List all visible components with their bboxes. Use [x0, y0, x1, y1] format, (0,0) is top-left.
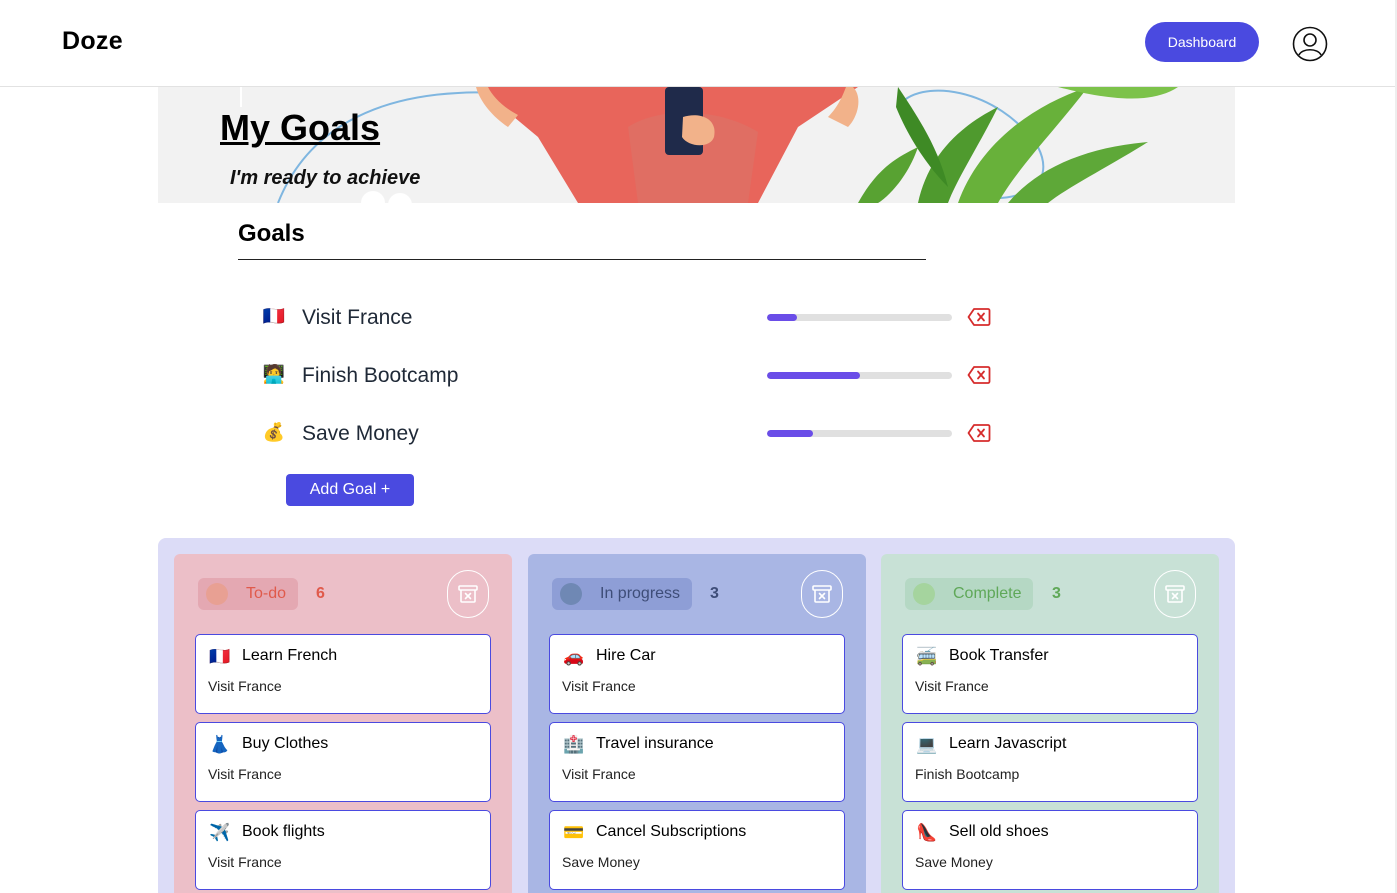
goal-progress-bar [767, 430, 952, 437]
task-card[interactable]: 💻 Learn Javascript Finish Bootcamp [902, 722, 1198, 802]
top-navbar: Doze Dashboard [0, 0, 1397, 87]
task-goal-label: Visit France [562, 678, 636, 694]
page-subtitle: I'm ready to achieve [230, 167, 421, 189]
task-emoji-icon: 👠 [916, 823, 938, 842]
clear-column-button[interactable] [447, 570, 489, 618]
task-goal-label: Visit France [915, 678, 989, 694]
dashboard-button[interactable]: Dashboard [1145, 22, 1259, 62]
task-title: Book Transfer [949, 647, 1049, 664]
goals-divider [238, 259, 926, 260]
goal-emoji-icon: 💰 [262, 422, 286, 442]
task-card[interactable]: 🇫🇷 Learn French Visit France [195, 634, 491, 714]
goal-label: Visit France [302, 306, 413, 329]
task-goal-label: Visit France [208, 766, 282, 782]
goal-label: Finish Bootcamp [302, 364, 459, 387]
goal-emoji-icon: 🇫🇷 [262, 306, 286, 326]
task-title: Cancel Subscriptions [596, 823, 747, 840]
task-card[interactable]: 🏥 Travel insurance Visit France [549, 722, 845, 802]
task-card[interactable]: 🚎 Book Transfer Visit France [902, 634, 1198, 714]
column-count: 3 [710, 585, 719, 602]
task-emoji-icon: 🏥 [563, 735, 585, 754]
user-circle-icon[interactable] [1292, 26, 1328, 62]
status-dot-icon [913, 583, 935, 605]
archive-x-icon [1165, 585, 1185, 603]
goal-progress-fill [767, 372, 860, 379]
column-title: To-do [246, 585, 287, 602]
goal-row[interactable]: 💰 Save Money [260, 414, 1000, 454]
task-goal-label: Save Money [915, 854, 993, 870]
delete-goal-icon[interactable] [967, 423, 991, 443]
task-card[interactable]: 👗 Buy Clothes Visit France [195, 722, 491, 802]
task-goal-label: Visit France [562, 766, 636, 782]
delete-goal-icon[interactable] [967, 307, 991, 327]
goal-row[interactable]: 🇫🇷 Visit France [260, 298, 1000, 338]
task-goal-label: Save Money [562, 854, 640, 870]
task-card[interactable]: 🚗 Hire Car Visit France [549, 634, 845, 714]
task-card[interactable]: 💳 Cancel Subscriptions Save Money [549, 810, 845, 890]
goals-heading: Goals [238, 220, 305, 247]
goal-progress-bar [767, 372, 952, 379]
task-card[interactable]: ✈️ Book flights Visit France [195, 810, 491, 890]
task-title: Travel insurance [596, 735, 714, 752]
column-title: In progress [600, 585, 681, 602]
task-emoji-icon: 🇫🇷 [209, 647, 231, 666]
archive-x-icon [458, 585, 478, 603]
goal-label: Save Money [302, 422, 419, 445]
status-dot-icon [560, 583, 582, 605]
task-title: Buy Clothes [242, 735, 329, 752]
task-emoji-icon: 👗 [209, 735, 231, 754]
hero-banner: My Goals I'm ready to achieve [158, 87, 1235, 203]
archive-x-icon [812, 585, 832, 603]
task-goal-label: Visit France [208, 854, 282, 870]
goal-emoji-icon: 🧑‍💻 [262, 364, 286, 384]
page-title: My Goals [220, 107, 381, 148]
goal-row[interactable]: 🧑‍💻 Finish Bootcamp [260, 356, 1000, 396]
board-column: To-do 6 🇫🇷 Learn French Visit France 👗 Buy Clo… [174, 554, 512, 893]
column-status-pill: To-do [198, 578, 299, 610]
task-title: Learn Javascript [949, 735, 1067, 752]
clear-column-button[interactable] [1154, 570, 1196, 618]
status-dot-icon [206, 583, 228, 605]
column-status-pill: Complete [905, 578, 1034, 610]
task-emoji-icon: ✈️ [209, 823, 231, 842]
task-title: Sell old shoes [949, 823, 1049, 840]
task-goal-label: Visit France [208, 678, 282, 694]
goal-progress-bar [767, 314, 952, 321]
goal-progress-fill [767, 430, 814, 437]
add-goal-button[interactable]: Add Goal + [286, 474, 414, 506]
column-count: 6 [316, 585, 325, 602]
board-column: Complete 3 🚎 Book Transfer Visit France 💻 Lear… [881, 554, 1219, 893]
goal-progress-fill [767, 314, 797, 321]
clear-column-button[interactable] [801, 570, 843, 618]
delete-goal-icon[interactable] [967, 365, 991, 385]
task-emoji-icon: 🚎 [916, 647, 938, 666]
column-count: 3 [1052, 585, 1061, 602]
task-emoji-icon: 💻 [916, 735, 938, 754]
column-title: Complete [953, 585, 1022, 602]
brand-logo[interactable]: Doze [62, 27, 123, 56]
board-column: In progress 3 🚗 Hire Car Visit France 🏥 Travel… [528, 554, 866, 893]
task-title: Book flights [242, 823, 325, 840]
task-title: Hire Car [596, 647, 656, 664]
task-card[interactable]: 👠 Sell old shoes Save Money [902, 810, 1198, 890]
task-emoji-icon: 💳 [563, 823, 585, 842]
kanban-board: To-do 6 🇫🇷 Learn French Visit France 👗 Buy Clo… [158, 538, 1235, 893]
column-status-pill: In progress [552, 578, 693, 610]
task-goal-label: Finish Bootcamp [915, 766, 1020, 782]
task-emoji-icon: 🚗 [563, 647, 585, 666]
task-title: Learn French [242, 647, 338, 664]
